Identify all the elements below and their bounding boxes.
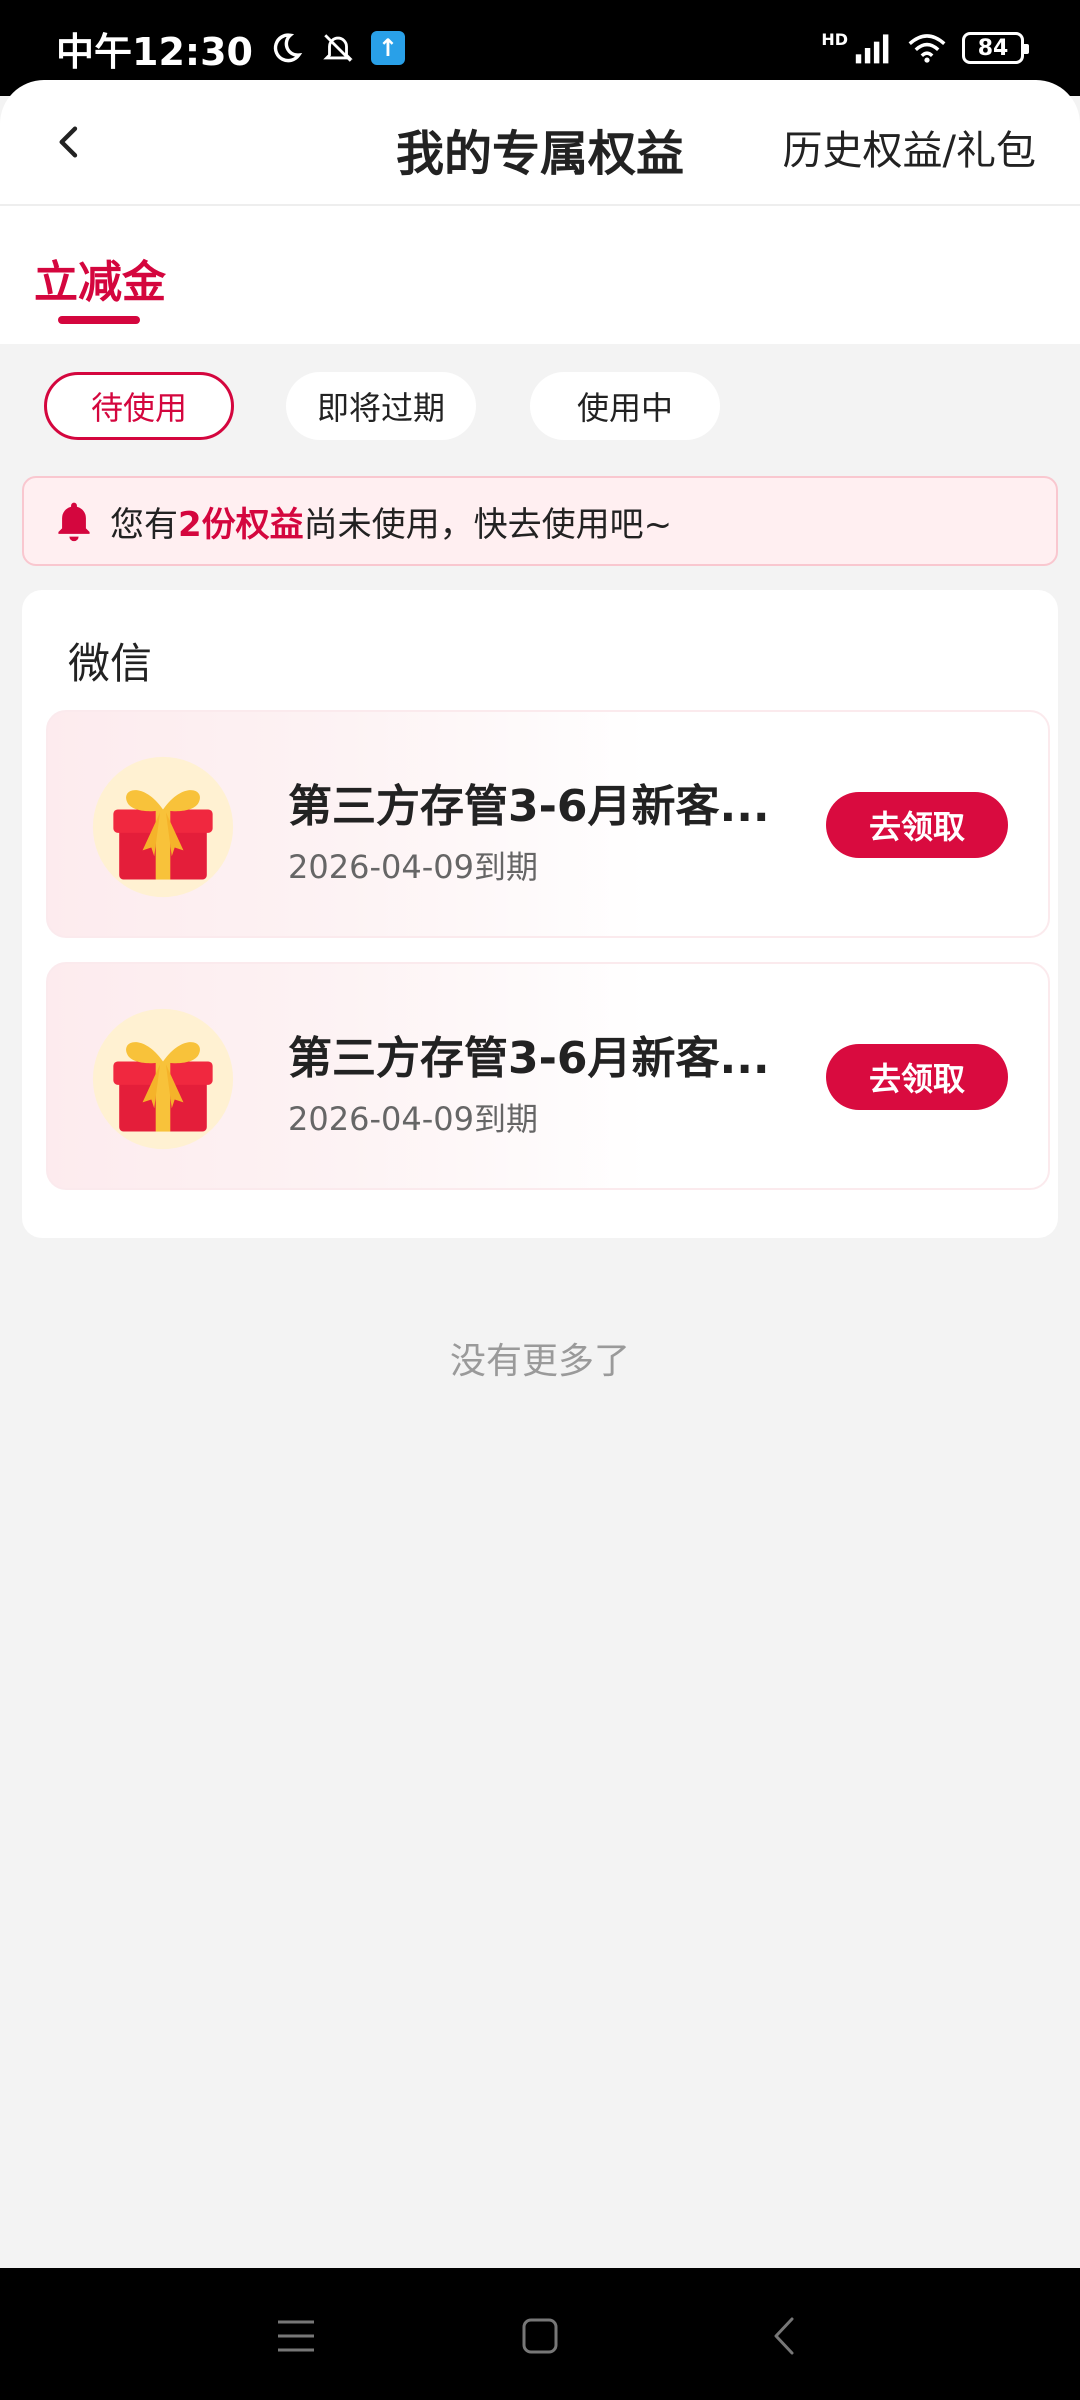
gift-icon <box>92 1008 234 1150</box>
claim-button[interactable]: 去领取 <box>826 1044 1008 1110</box>
filter-bar: 待使用 即将过期 使用中 <box>0 372 1080 440</box>
network-label: HD <box>821 29 848 49</box>
list-item: 第三方存管3-6月新客... 2026-04-09到期 去领取 <box>46 710 1050 938</box>
tab-underline <box>58 316 140 324</box>
wifi-icon <box>908 29 946 67</box>
filter-pending[interactable]: 待使用 <box>44 372 234 440</box>
status-right: HD 84 <box>821 29 1029 67</box>
menu-icon[interactable] <box>272 2312 320 2360</box>
unused-notice: 您有 2份权益 尚未使用，快去使用吧~ <box>22 476 1058 566</box>
history-benefits-link[interactable]: 历史权益/礼包 <box>783 118 1036 176</box>
benefit-name: 第三方存管3-6月新客... <box>288 781 770 832</box>
home-icon[interactable] <box>516 2312 564 2360</box>
battery-level: 84 <box>977 35 1009 61</box>
filter-expiring[interactable]: 即将过期 <box>286 372 476 440</box>
nav-back-icon[interactable] <box>760 2312 808 2360</box>
header: 我的专属权益 历史权益/礼包 <box>0 80 1080 206</box>
list-item: 第三方存管3-6月新客... 2026-04-09到期 去领取 <box>46 962 1050 1190</box>
battery-icon: 84 <box>962 32 1029 64</box>
benefit-expiry: 2026-04-09到期 <box>288 1100 538 1138</box>
system-nav-bar <box>0 2268 1080 2400</box>
benefit-name: 第三方存管3-6月新客... <box>288 1033 770 1084</box>
wechat-benefits-card: 微信 第三方存管3-6月新客... 2026-04-09到期 去领取 第三方存管… <box>22 590 1058 1238</box>
no-more-label: 没有更多了 <box>449 1341 630 1382</box>
bell-off-icon <box>319 29 357 67</box>
status-left: 中午12:30 ↑ <box>56 21 405 76</box>
notice-highlight: 2份权益 <box>178 504 304 545</box>
claim-button[interactable]: 去领取 <box>826 792 1008 858</box>
card-title: 微信 <box>68 639 153 688</box>
filter-in-use[interactable]: 使用中 <box>530 372 720 440</box>
bell-icon <box>58 502 90 542</box>
gift-icon <box>92 756 234 898</box>
notice-suffix: 尚未使用，快去使用吧~ <box>303 504 673 545</box>
benefit-expiry: 2026-04-09到期 <box>288 848 538 886</box>
upload-icon: ↑ <box>370 31 405 65</box>
tab-bar: 立减金 <box>0 206 1080 344</box>
tab-instant-discount[interactable]: 立减金 <box>34 246 166 310</box>
signal-icon <box>854 29 892 67</box>
moon-icon <box>267 29 305 67</box>
notice-prefix: 您有 <box>110 504 178 545</box>
status-time: 中午12:30 <box>56 29 253 74</box>
